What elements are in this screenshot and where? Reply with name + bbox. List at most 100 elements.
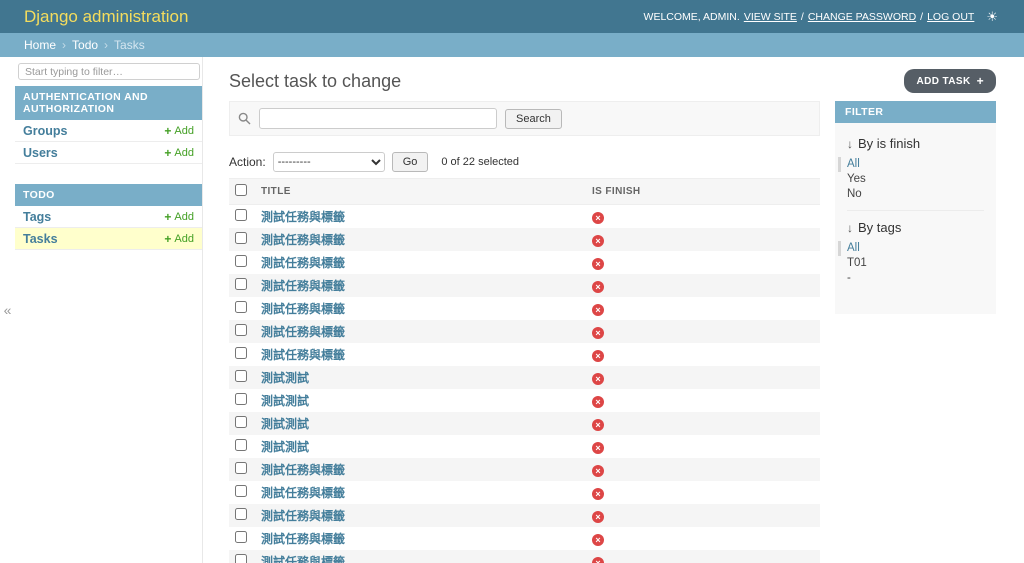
nav-sidebar-content: AUTHENTICATION AND AUTHORIZATION Groups … [15, 57, 202, 563]
filter-option: All [838, 157, 984, 172]
task-title-link[interactable]: 測試測試 [261, 440, 309, 454]
row-select-cell [229, 366, 255, 389]
sidebar-filter-input[interactable] [18, 63, 200, 80]
add-task-button[interactable]: ADD TASK + [904, 69, 996, 93]
task-title-link[interactable]: 測試任務與標籤 [261, 210, 345, 224]
is-finish-false-icon: × [591, 257, 604, 270]
row-select-checkbox[interactable] [235, 232, 247, 244]
task-title-cell: 測試任務與標籤 [255, 550, 586, 563]
users-link[interactable]: Users [23, 146, 58, 160]
row-select-checkbox[interactable] [235, 462, 247, 474]
row-select-cell [229, 389, 255, 412]
filter-option: T01 [847, 256, 984, 271]
sidebar-item-tasks[interactable]: Tasks + Add [15, 228, 202, 250]
add-task-link[interactable]: + Add [164, 232, 194, 246]
is-finish-false-icon: × [591, 418, 604, 431]
search-input[interactable] [259, 108, 497, 129]
site-title[interactable]: Django administration [24, 7, 188, 27]
task-title-link[interactable]: 測試任務與標籤 [261, 348, 345, 362]
filter-heading-tags[interactable]: ↓ By tags [847, 220, 984, 235]
task-title-cell: 測試任務與標籤 [255, 343, 586, 366]
changelist: Search Action: --------- Go 0 of 22 sele… [229, 101, 996, 563]
logout-link[interactable]: LOG OUT [927, 11, 974, 23]
table-row: 測試任務與標籤 × [229, 228, 820, 251]
row-select-checkbox[interactable] [235, 554, 247, 563]
task-title-link[interactable]: 測試任務與標籤 [261, 555, 345, 563]
column-header-title[interactable]: TITLE [255, 178, 586, 205]
is-finish-false-icon: × [591, 280, 604, 293]
theme-toggle-icon[interactable]: ☀ [986, 9, 998, 25]
action-label: Action: [229, 155, 266, 169]
is-finish-cell: × [586, 435, 820, 458]
filter-option-all-link[interactable]: All [847, 242, 860, 254]
task-title-link[interactable]: 測試任務與標籤 [261, 256, 345, 270]
tasks-link[interactable]: Tasks [23, 232, 58, 246]
groups-link[interactable]: Groups [23, 124, 67, 138]
task-title-link[interactable]: 測試測試 [261, 394, 309, 408]
filter-option: - [847, 271, 984, 286]
task-title-link[interactable]: 測試測試 [261, 417, 309, 431]
add-label: Add [174, 210, 194, 223]
sidebar-item-users[interactable]: Users + Add [15, 142, 202, 164]
row-select-checkbox[interactable] [235, 301, 247, 313]
task-title-link[interactable]: 測試任務與標籤 [261, 279, 345, 293]
row-select-checkbox[interactable] [235, 485, 247, 497]
sidebar-item-groups[interactable]: Groups + Add [15, 120, 202, 142]
row-select-checkbox[interactable] [235, 209, 247, 221]
breadcrumb-home-link[interactable]: Home [24, 38, 56, 52]
task-title-link[interactable]: 測試任務與標籤 [261, 233, 345, 247]
filter-option-yes-link[interactable]: Yes [847, 173, 866, 185]
task-title-link[interactable]: 測試任務與標籤 [261, 302, 345, 316]
add-group-link[interactable]: + Add [164, 124, 194, 138]
filter-option-all-link[interactable]: All [847, 158, 860, 170]
row-select-checkbox[interactable] [235, 531, 247, 543]
filter-option-t01-link[interactable]: T01 [847, 257, 867, 269]
breadcrumb-todo-link[interactable]: Todo [72, 38, 98, 52]
task-title-link[interactable]: 測試測試 [261, 371, 309, 385]
sidebar-collapse-toggle[interactable]: « [0, 57, 15, 563]
add-label: Add [174, 124, 194, 137]
select-all-checkbox[interactable] [235, 184, 247, 196]
breadcrumb-separator: › [62, 38, 67, 52]
row-select-cell [229, 412, 255, 435]
row-select-checkbox[interactable] [235, 393, 247, 405]
task-title-link[interactable]: 測試任務與標籤 [261, 486, 345, 500]
search-toolbar: Search [229, 101, 820, 136]
row-select-checkbox[interactable] [235, 508, 247, 520]
is-finish-cell: × [586, 412, 820, 435]
change-password-link[interactable]: CHANGE PASSWORD [808, 11, 916, 23]
task-title-cell: 測試任務與標籤 [255, 205, 586, 229]
select-all-cell [229, 178, 255, 205]
row-select-checkbox[interactable] [235, 255, 247, 267]
row-select-checkbox[interactable] [235, 324, 247, 336]
view-site-link[interactable]: VIEW SITE [744, 11, 797, 23]
search-button[interactable]: Search [505, 108, 562, 129]
row-select-checkbox[interactable] [235, 347, 247, 359]
task-title-link[interactable]: 測試任務與標籤 [261, 325, 345, 339]
is-finish-false-icon: × [591, 464, 604, 477]
row-select-cell [229, 458, 255, 481]
go-button[interactable]: Go [391, 152, 429, 172]
row-select-checkbox[interactable] [235, 416, 247, 428]
filter-group-tags: ↓ By tags All T01 - [838, 220, 984, 294]
row-select-checkbox[interactable] [235, 370, 247, 382]
filter-option-no-link[interactable]: No [847, 188, 862, 200]
table-row: 測試測試 × [229, 366, 820, 389]
row-select-cell [229, 435, 255, 458]
action-select[interactable]: --------- [272, 152, 385, 172]
task-title-link[interactable]: 測試任務與標籤 [261, 532, 345, 546]
column-header-is-finish[interactable]: IS FINISH [585, 178, 820, 205]
sidebar-item-tags[interactable]: Tags + Add [15, 206, 202, 228]
filter-heading-is-finish[interactable]: ↓ By is finish [847, 136, 984, 151]
row-select-cell [229, 343, 255, 366]
row-select-checkbox[interactable] [235, 439, 247, 451]
row-select-checkbox[interactable] [235, 278, 247, 290]
task-title-link[interactable]: 測試任務與標籤 [261, 509, 345, 523]
filter-panel-body: ↓ By is finish All Yes No ↓ By tags All … [835, 123, 996, 294]
add-user-link[interactable]: + Add [164, 146, 194, 160]
filter-option-dash-link[interactable]: - [847, 272, 851, 284]
add-tag-link[interactable]: + Add [164, 210, 194, 224]
filter-heading-label: By tags [858, 220, 902, 235]
task-title-link[interactable]: 測試任務與標籤 [261, 463, 345, 477]
tags-link[interactable]: Tags [23, 210, 51, 224]
